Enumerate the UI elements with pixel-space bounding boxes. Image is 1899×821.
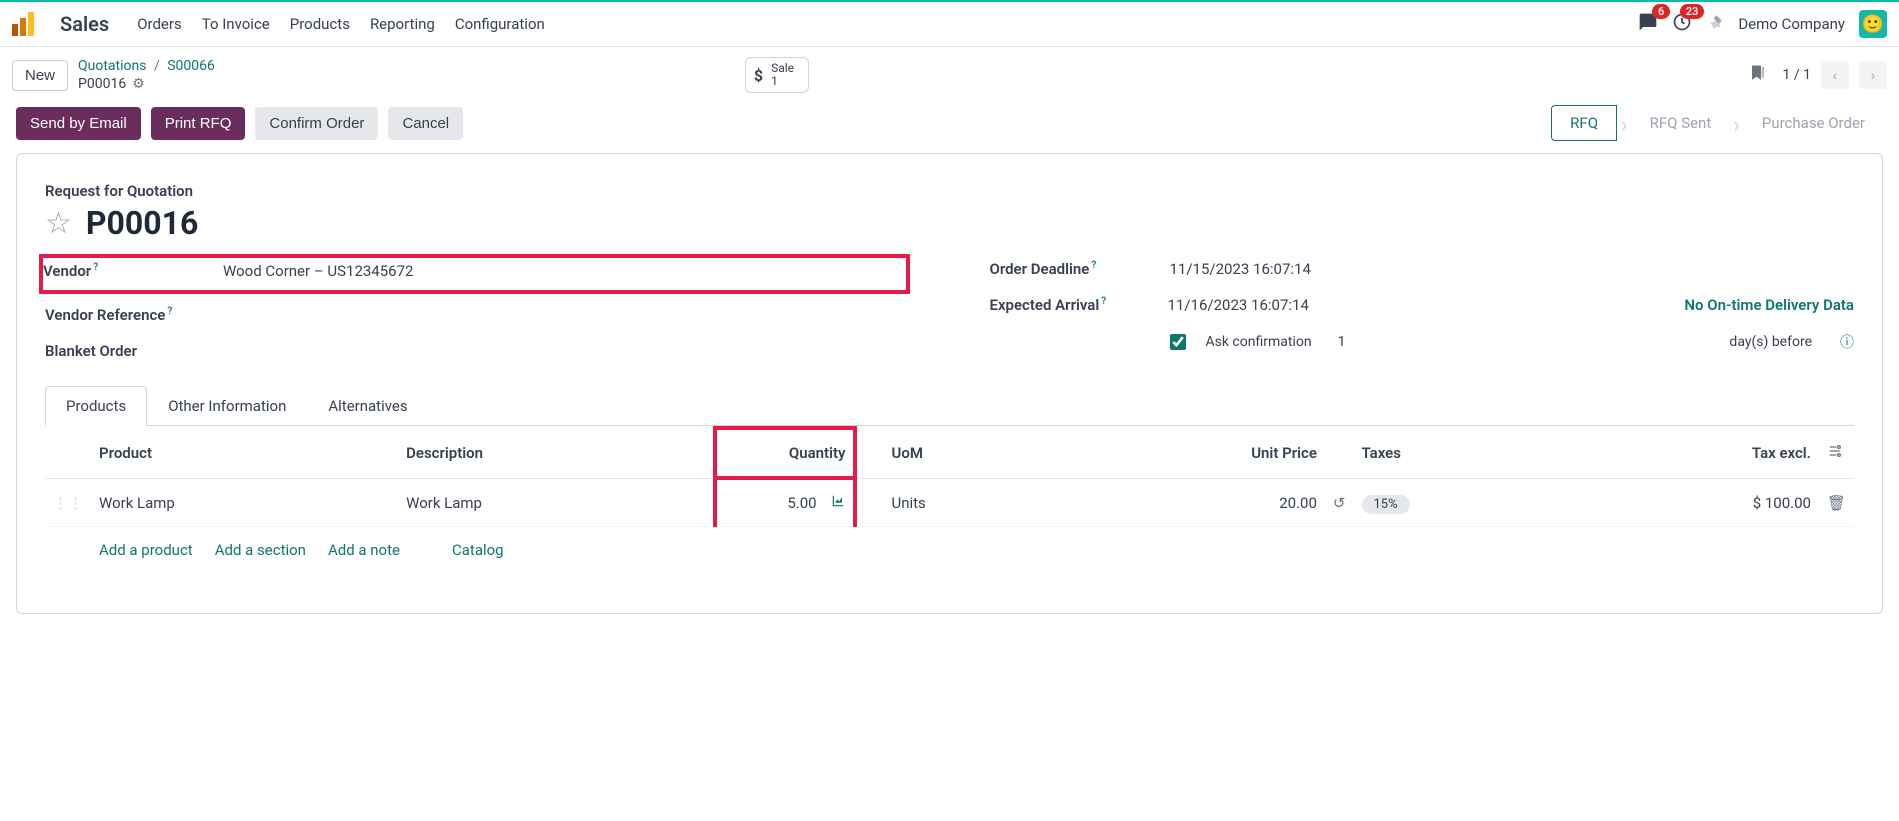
catalog-link[interactable]: Catalog: [452, 541, 504, 559]
col-unit-price: Unit Price: [1052, 428, 1325, 478]
deadline-label: Order Deadline?: [990, 260, 1150, 278]
action-row: Send by Email Print RFQ Confirm Order Ca…: [0, 99, 1899, 153]
cell-tax-excl: $ 100.00: [1568, 478, 1819, 527]
tools-icon[interactable]: [1706, 13, 1724, 35]
ask-days-value[interactable]: 1: [1338, 334, 1346, 350]
add-note-link[interactable]: Add a note: [328, 541, 400, 559]
order-lines-table: Product Description Quantity UoM Unit Pr…: [45, 426, 1854, 573]
nav-reporting[interactable]: Reporting: [370, 15, 435, 33]
confirm-order-button[interactable]: Confirm Order: [255, 107, 378, 140]
forecast-icon[interactable]: [828, 494, 846, 512]
breadcrumb-row: New Quotations / S00066 P00016 ⚙ $ Sale …: [0, 47, 1899, 99]
tab-alternatives[interactable]: Alternatives: [307, 386, 428, 425]
col-uom: UoM: [883, 428, 1051, 478]
nav-to-invoice[interactable]: To Invoice: [202, 15, 270, 33]
favorite-star-icon[interactable]: ☆: [45, 206, 72, 241]
dollar-icon: $: [754, 66, 763, 85]
print-rfq-button[interactable]: Print RFQ: [151, 107, 246, 140]
vendor-value[interactable]: Wood Corner – US12345672: [223, 262, 413, 280]
tab-other-info[interactable]: Other Information: [147, 386, 307, 425]
breadcrumb-parent[interactable]: S00066: [167, 58, 215, 74]
recompute-icon[interactable]: ↺: [1333, 494, 1346, 512]
col-taxes: Taxes: [1354, 428, 1568, 478]
add-section-link[interactable]: Add a section: [215, 541, 306, 559]
pager-text: 1 / 1: [1783, 67, 1811, 83]
new-button[interactable]: New: [12, 60, 68, 91]
activities-badge: 23: [1680, 4, 1705, 19]
vendor-label: Vendor?: [43, 262, 203, 280]
blanket-order-label: Blanket Order: [45, 342, 205, 360]
company-name[interactable]: Demo Company: [1738, 15, 1845, 33]
record-id: P00016: [86, 204, 198, 242]
col-product: Product: [91, 428, 398, 478]
col-description: Description: [398, 428, 715, 478]
app-name[interactable]: Sales: [60, 12, 109, 36]
app-logo[interactable]: [12, 12, 36, 36]
nav-products[interactable]: Products: [290, 15, 350, 33]
status-purchase-order[interactable]: Purchase Order: [1744, 106, 1883, 140]
top-nav: Sales Orders To Invoice Products Reporti…: [0, 2, 1899, 47]
status-rfq-sent[interactable]: RFQ Sent: [1632, 106, 1730, 140]
nav-configuration[interactable]: Configuration: [455, 15, 545, 33]
info-icon[interactable]: ⓘ: [1840, 332, 1854, 352]
cell-product[interactable]: Work Lamp: [91, 478, 398, 527]
ask-confirmation-checkbox[interactable]: [1170, 334, 1186, 350]
breadcrumb-current: P00016: [78, 76, 126, 92]
breadcrumb-path: Quotations / S00066: [78, 58, 215, 74]
form-sheet: Request for Quotation ☆ P00016 Vendor? W…: [16, 153, 1883, 614]
cell-unit-price[interactable]: 20.00: [1052, 478, 1325, 527]
no-ontime-link[interactable]: No On-time Delivery Data: [1684, 296, 1854, 314]
cell-uom[interactable]: Units: [883, 478, 1051, 527]
tab-products[interactable]: Products: [45, 386, 147, 426]
activities-icon[interactable]: 23: [1672, 12, 1692, 36]
messages-badge: 6: [1652, 4, 1670, 19]
form-subtitle: Request for Quotation: [45, 182, 1854, 200]
col-quantity: Quantity: [715, 428, 855, 478]
pager-next[interactable]: ›: [1859, 61, 1887, 89]
cell-description[interactable]: Work Lamp: [398, 478, 715, 527]
arrival-value[interactable]: 11/16/2023 16:07:14: [1168, 296, 1309, 314]
bookmark-icon[interactable]: [1749, 64, 1767, 86]
drag-handle-icon[interactable]: ⋮⋮: [53, 494, 83, 512]
add-product-link[interactable]: Add a product: [99, 541, 193, 559]
pager-prev[interactable]: ‹: [1821, 61, 1849, 89]
col-settings-icon[interactable]: [1819, 428, 1854, 478]
delete-row-icon[interactable]: 🗑: [1827, 494, 1846, 512]
cell-quantity[interactable]: 5.00: [715, 478, 855, 527]
cancel-button[interactable]: Cancel: [388, 107, 463, 140]
send-email-button[interactable]: Send by Email: [16, 107, 141, 140]
cell-taxes[interactable]: 15%: [1354, 478, 1568, 527]
sale-stat-button[interactable]: $ Sale 1: [745, 57, 809, 93]
vendor-ref-label: Vendor Reference?: [45, 306, 205, 324]
table-row[interactable]: ⋮⋮ Work Lamp Work Lamp 5.00 Units 20.00 …: [45, 478, 1854, 527]
user-avatar[interactable]: 🙂: [1859, 10, 1887, 38]
settings-gear-icon[interactable]: ⚙: [132, 76, 145, 92]
breadcrumb-root[interactable]: Quotations: [78, 58, 146, 74]
arrival-label: Expected Arrival?: [990, 296, 1150, 314]
messages-icon[interactable]: 6: [1638, 12, 1658, 36]
ask-confirmation-label: Ask confirmation: [1206, 334, 1312, 350]
status-bar: RFQ RFQ Sent Purchase Order: [1551, 105, 1883, 141]
status-rfq[interactable]: RFQ: [1551, 105, 1617, 141]
deadline-value[interactable]: 11/15/2023 16:07:14: [1170, 260, 1311, 278]
nav-orders[interactable]: Orders: [137, 15, 182, 33]
tabs: Products Other Information Alternatives: [45, 386, 1854, 426]
vendor-highlight: Vendor? Wood Corner – US12345672: [39, 254, 910, 294]
sale-count: 1: [771, 75, 794, 88]
col-tax-excl: Tax excl.: [1568, 428, 1819, 478]
days-before-label: day(s) before: [1729, 334, 1812, 350]
